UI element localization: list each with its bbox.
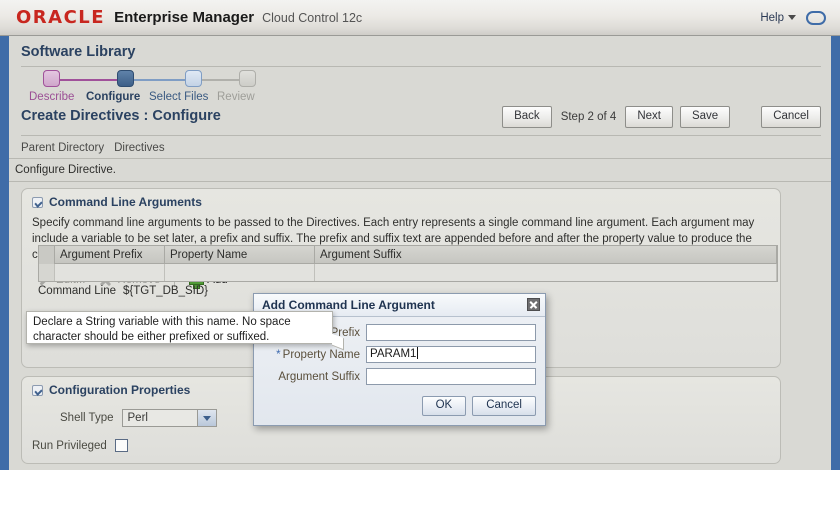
- instruction-divider: [9, 181, 831, 182]
- subheader-divider: [21, 135, 821, 136]
- property-name-label: * Property Name: [276, 349, 360, 361]
- shell-type-select[interactable]: Perl: [121, 409, 217, 427]
- table-row[interactable]: [38, 263, 778, 282]
- arguments-table: Argument Prefix Property Name Argument S…: [38, 245, 778, 282]
- breadcrumb-item-parent-directory[interactable]: Parent Directory: [21, 142, 104, 154]
- user-avatar-icon[interactable]: [806, 10, 826, 25]
- breadcrumb-divider: [9, 158, 831, 159]
- product-name: Enterprise Manager: [114, 9, 255, 26]
- command-line-preview: Command Line ${TGT_DB_SID}: [38, 285, 208, 297]
- argument-prefix-input[interactable]: [366, 324, 536, 341]
- column-header-property-name[interactable]: Property Name: [165, 245, 315, 264]
- command-line-value: ${TGT_DB_SID}: [122, 285, 208, 297]
- property-name-tooltip: Declare a String variable with this name…: [26, 311, 333, 344]
- train-line-3: [201, 79, 243, 81]
- app-root: ORACLE Enterprise Manager Cloud Control …: [0, 0, 840, 525]
- cell-argument-prefix: [55, 264, 165, 281]
- breadcrumb-item-directives[interactable]: Directives: [114, 142, 164, 154]
- dialog-footer: OK Cancel: [254, 390, 545, 416]
- property-name-row: * Property Name PARAM1: [254, 346, 536, 363]
- argument-suffix-label: Argument Suffix: [278, 370, 360, 383]
- row-select-cell[interactable]: [39, 264, 55, 281]
- column-header-argument-suffix[interactable]: Argument Suffix: [315, 245, 777, 264]
- wizard-heading: Create Directives : Configure: [21, 108, 221, 124]
- property-name-input[interactable]: PARAM1: [366, 346, 536, 363]
- table-header-row: Argument Prefix Property Name Argument S…: [38, 245, 778, 264]
- cell-argument-suffix: [315, 264, 777, 281]
- next-button[interactable]: Next: [625, 106, 673, 128]
- wizard-header-bar: Create Directives : Configure Back Step …: [21, 106, 821, 134]
- run-privileged-row: Run Privileged: [22, 427, 780, 452]
- property-name-value: PARAM1: [370, 348, 417, 360]
- command-line-arguments-header: Command Line Arguments: [22, 189, 780, 209]
- train-line-2: [133, 79, 189, 81]
- property-name-label-text: Property Name: [282, 348, 360, 361]
- breadcrumb: Parent Directory Directives: [21, 137, 821, 158]
- section-title: Configuration Properties: [49, 383, 191, 397]
- run-privileged-checkbox[interactable]: [114, 439, 128, 452]
- cancel-button[interactable]: Cancel: [761, 106, 821, 128]
- help-menu[interactable]: Help: [760, 12, 784, 24]
- row-select-column-header: [39, 245, 55, 264]
- global-header: ORACLE Enterprise Manager Cloud Control …: [0, 0, 840, 36]
- dialog-ok-button[interactable]: OK: [421, 396, 467, 416]
- dialog-title: Add Command Line Argument: [262, 298, 435, 312]
- chevron-down-icon[interactable]: [32, 384, 43, 396]
- wizard-button-row: Back Step 2 of 4 Next Save Cancel: [502, 106, 821, 128]
- train-node-configure[interactable]: [117, 70, 134, 87]
- chevron-down-icon[interactable]: [788, 15, 796, 20]
- product-edition: Cloud Control 12c: [262, 10, 363, 25]
- oracle-logo: ORACLE: [16, 7, 106, 28]
- chevron-down-icon[interactable]: [32, 196, 43, 208]
- train-node-review: [239, 70, 256, 87]
- train-node-describe[interactable]: [43, 70, 60, 87]
- train-line-1: [59, 79, 121, 81]
- train-label-review: Review: [217, 91, 255, 103]
- text-caret: [417, 347, 419, 359]
- argument-suffix-input[interactable]: [366, 368, 536, 385]
- page-instruction: Configure Directive.: [15, 164, 116, 176]
- argument-suffix-row: Argument Suffix: [254, 368, 536, 385]
- column-header-argument-prefix[interactable]: Argument Prefix: [55, 245, 165, 264]
- right-accent-rail: [831, 36, 840, 470]
- dialog-cancel-button[interactable]: Cancel: [472, 396, 536, 416]
- page-title: Software Library: [21, 44, 136, 60]
- back-button[interactable]: Back: [502, 106, 552, 128]
- shell-type-value: Perl: [127, 412, 148, 424]
- section-title: Command Line Arguments: [49, 195, 202, 209]
- command-line-label: Command Line: [38, 285, 116, 297]
- train-label-describe[interactable]: Describe: [29, 91, 74, 103]
- left-accent-rail: [0, 36, 9, 470]
- run-privileged-label: Run Privileged: [32, 439, 107, 452]
- cell-property-name: [165, 264, 315, 281]
- train-label-configure[interactable]: Configure: [86, 91, 140, 103]
- save-button[interactable]: Save: [679, 106, 731, 128]
- chevron-down-icon[interactable]: [196, 410, 216, 426]
- train-label-select-files[interactable]: Select Files: [149, 91, 208, 103]
- step-indicator: Step 2 of 4: [560, 111, 617, 123]
- shell-type-label: Shell Type: [60, 412, 114, 424]
- title-divider: [21, 66, 821, 67]
- train-node-select-files[interactable]: [185, 70, 202, 87]
- close-icon[interactable]: [527, 298, 540, 311]
- required-indicator: *: [276, 348, 281, 361]
